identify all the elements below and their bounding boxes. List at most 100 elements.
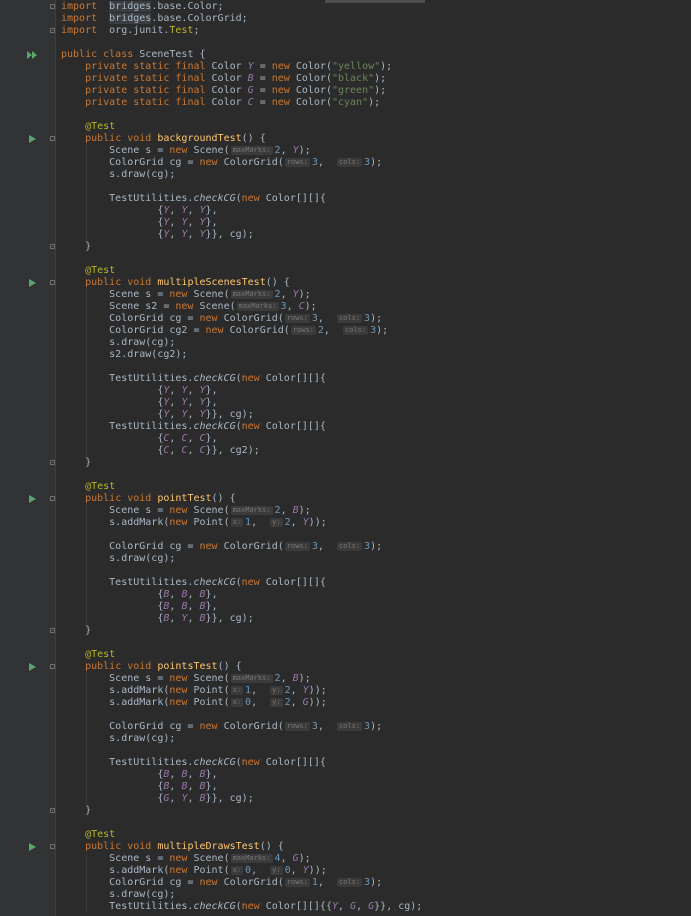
code-line[interactable]: ColorGrid cg = new ColorGrid(rows: 1, col… [0,877,691,889]
code-text[interactable]: {C, C, C}}, cg2); [61,445,259,457]
code-line[interactable]: Scene s = new Scene(maxMarks: 2, Y); [0,145,691,157]
code-line[interactable]: @Test [0,121,691,133]
code-text[interactable]: s2.draw(cg2); [61,349,187,361]
code-line[interactable]: private static final Color G = new Color… [0,85,691,97]
code-line[interactable]: Scene s2 = new Scene(maxMarks: 3, C); [0,301,691,313]
code-text[interactable]: ColorGrid cg = new ColorGrid(rows: 1, col… [61,877,382,889]
code-line[interactable]: s2.draw(cg2); [0,349,691,361]
code-text[interactable]: {Y, Y, Y}, [61,217,217,229]
code-text[interactable]: Scene s = new Scene(maxMarks: 2, Y); [61,145,311,157]
code-line[interactable]: } [0,805,691,817]
code-text[interactable]: @Test [61,481,115,493]
code-text[interactable]: s.addMark(new Point(x: 1, y: 2, Y)); [61,685,327,697]
code-line[interactable]: s.addMark(new Point(x: 1, y: 2, Y)); [0,685,691,697]
code-line[interactable]: } [0,241,691,253]
code-line[interactable]: private static final Color C = new Color… [0,97,691,109]
code-text[interactable]: public void multipleScenesTest() { [61,277,290,289]
code-line[interactable]: s.draw(cg); [0,553,691,565]
code-text[interactable]: } [61,625,91,637]
code-line[interactable]: Scene s = new Scene(maxMarks: 2, Y); [0,289,691,301]
code-line[interactable]: s.draw(cg); [0,733,691,745]
code-line[interactable]: {Y, Y, Y}, [0,385,691,397]
fold-end-icon[interactable] [50,628,55,633]
code-text[interactable]: private static final Color Y = new Color… [61,61,392,73]
code-text[interactable]: public void pointsTest() { [61,661,242,673]
code-line[interactable] [0,745,691,757]
code-line[interactable]: public void multipleScenesTest() { [0,277,691,289]
run-all-tests-icon[interactable] [27,51,39,59]
code-text[interactable]: {B, B, B}, [61,601,217,613]
code-text[interactable]: import bridges.base.Color; [61,1,224,13]
code-text[interactable]: s.draw(cg); [61,169,175,181]
code-text[interactable]: TestUtilities.checkCG(new Color[][]{{Y, … [61,901,422,913]
code-text[interactable]: @Test [61,649,115,661]
code-text[interactable]: Scene s2 = new Scene(maxMarks: 3, C); [61,301,317,313]
code-line[interactable]: public void backgroundTest() { [0,133,691,145]
code-text[interactable]: {B, B, B}, [61,769,217,781]
fold-end-icon[interactable] [50,244,55,249]
code-text[interactable]: Scene s = new Scene(maxMarks: 2, B); [61,505,311,517]
code-line[interactable]: {B, B, B}, [0,781,691,793]
code-line[interactable] [0,361,691,373]
code-text[interactable]: Scene s = new Scene(maxMarks: 2, Y); [61,289,311,301]
code-text[interactable]: {B, B, B}, [61,589,217,601]
code-line[interactable]: public void multipleDrawsTest() { [0,841,691,853]
fold-end-icon[interactable] [50,28,55,33]
code-line[interactable]: ColorGrid cg = new ColorGrid(rows: 3, col… [0,313,691,325]
code-line[interactable]: {C, C, C}}, cg2); [0,445,691,457]
code-line[interactable]: s.draw(cg); [0,337,691,349]
code-line[interactable]: TestUtilities.checkCG(new Color[][]{ [0,757,691,769]
code-text[interactable]: {Y, Y, Y}}, cg); [61,409,253,421]
code-line[interactable]: TestUtilities.checkCG(new Color[][]{ [0,373,691,385]
run-test-icon[interactable] [29,843,36,851]
code-line[interactable] [0,709,691,721]
code-line[interactable]: private static final Color Y = new Color… [0,61,691,73]
code-line[interactable]: {G, Y, B}}, cg); [0,793,691,805]
code-line[interactable] [0,469,691,481]
code-line[interactable]: @Test [0,265,691,277]
code-line[interactable]: @Test [0,829,691,841]
code-line[interactable]: s.addMark(new Point(x: 1, y: 2, Y)); [0,517,691,529]
code-text[interactable]: @Test [61,265,115,277]
code-text[interactable]: private static final Color G = new Color… [61,85,386,97]
code-text[interactable]: @Test [61,829,115,841]
code-editor[interactable]: import bridges.base.Color; import bridges… [0,0,691,916]
code-text[interactable]: ColorGrid cg2 = new ColorGrid(rows: 2, co… [61,325,388,337]
code-line[interactable]: @Test [0,649,691,661]
fold-start-icon[interactable] [50,844,55,849]
run-test-icon[interactable] [29,135,36,143]
code-text[interactable]: TestUtilities.checkCG(new Color[][]{ [61,577,326,589]
code-line[interactable]: {B, B, B}, [0,769,691,781]
code-text[interactable]: TestUtilities.checkCG(new Color[][]{ [61,757,326,769]
fold-start-icon[interactable] [50,280,55,285]
code-text[interactable]: {Y, Y, Y}, [61,205,217,217]
code-line[interactable]: {B, B, B}, [0,589,691,601]
code-text[interactable]: {Y, Y, Y}}, cg); [61,229,253,241]
code-text[interactable]: TestUtilities.checkCG(new Color[][]{ [61,373,326,385]
code-line[interactable]: {Y, Y, Y}, [0,397,691,409]
fold-start-icon[interactable] [50,664,55,669]
code-text[interactable]: import org.junit.Test; [61,25,200,37]
code-line[interactable] [0,253,691,265]
code-line[interactable]: @Test [0,481,691,493]
code-line[interactable]: Scene s = new Scene(maxMarks: 4, G); [0,853,691,865]
code-line[interactable]: public class SceneTest { [0,49,691,61]
code-text[interactable]: ColorGrid cg = new ColorGrid(rows: 3, col… [61,541,382,553]
code-line[interactable]: TestUtilities.checkCG(new Color[][]{ [0,421,691,433]
code-text[interactable]: s.draw(cg); [61,553,175,565]
code-line[interactable] [0,181,691,193]
code-line[interactable] [0,109,691,121]
fold-end-icon[interactable] [50,808,55,813]
code-line[interactable]: {Y, Y, Y}, [0,205,691,217]
code-line[interactable] [0,37,691,49]
code-text[interactable]: ColorGrid cg = new ColorGrid(rows: 3, col… [61,313,382,325]
code-line[interactable] [0,817,691,829]
code-text[interactable]: s.draw(cg); [61,733,175,745]
code-text[interactable]: } [61,241,91,253]
code-line[interactable]: private static final Color B = new Color… [0,73,691,85]
fold-end-icon[interactable] [50,460,55,465]
code-line[interactable]: {B, Y, B}}, cg); [0,613,691,625]
code-line[interactable]: public void pointsTest() { [0,661,691,673]
fold-start-icon[interactable] [50,496,55,501]
code-text[interactable]: } [61,805,91,817]
